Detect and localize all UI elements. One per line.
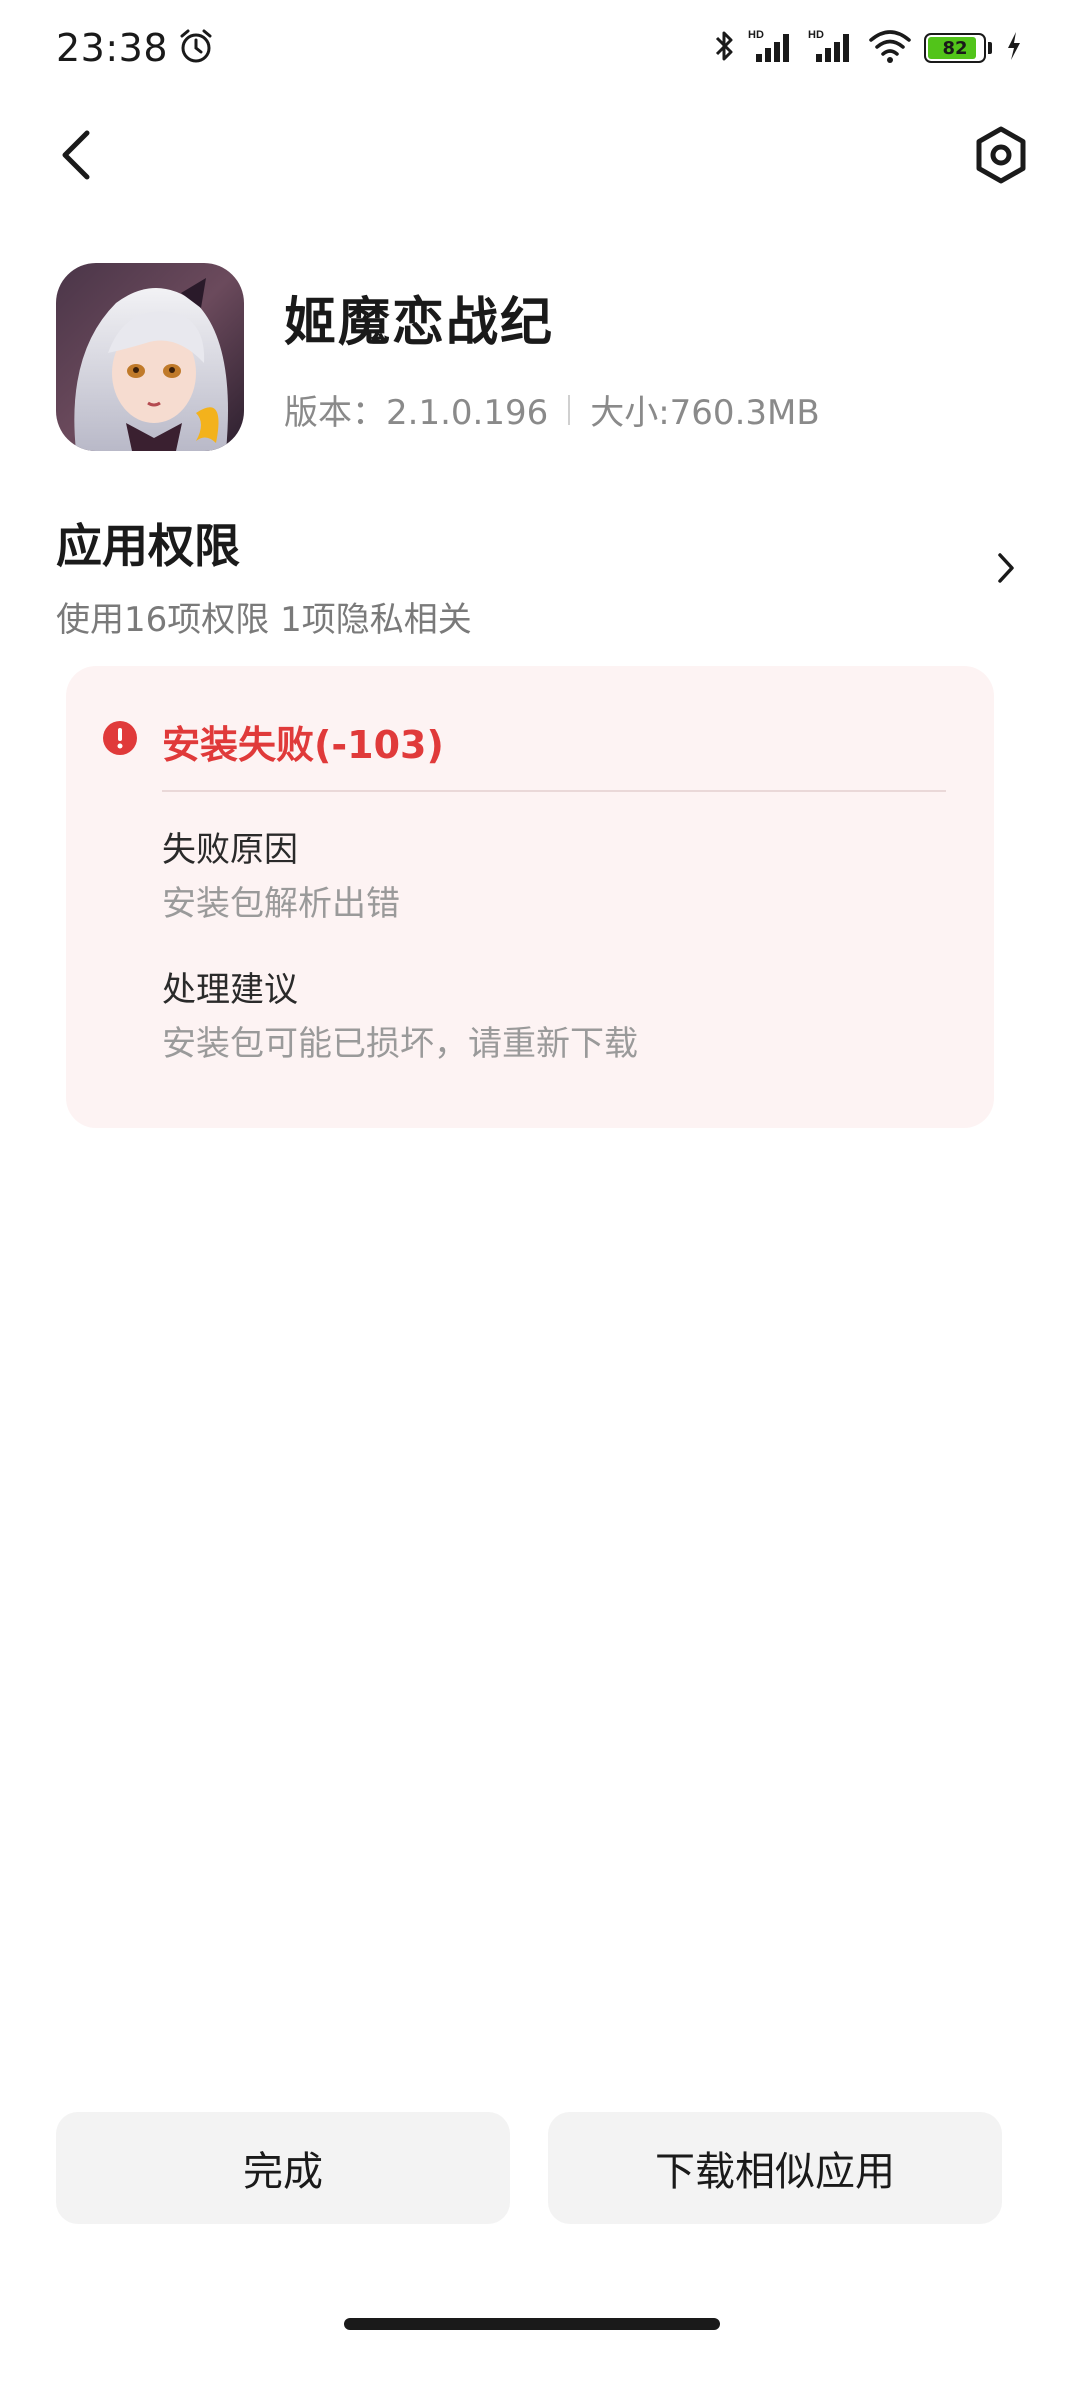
app-version: 版本：2.1.0.196 <box>284 393 549 433</box>
info-separator <box>568 394 571 425</box>
download-similar-apps-button[interactable]: 下载相似应用 <box>548 2112 1002 2224</box>
back-button[interactable] <box>44 122 110 188</box>
signal-hd-icon: HD <box>808 26 856 70</box>
status-right: HD HD 82 <box>712 26 1024 70</box>
alarm-icon <box>176 26 216 70</box>
bluetooth-icon <box>712 26 736 70</box>
status-time: 23:38 <box>56 26 169 70</box>
done-button[interactable]: 完成 <box>56 2112 510 2224</box>
app-size: 大小:760.3MB <box>590 393 820 433</box>
chevron-left-icon <box>62 130 90 180</box>
svg-text:HD: HD <box>748 29 764 41</box>
error-alert-icon <box>102 720 138 756</box>
install-result-screen: 23:38 HD HD 82 姬魔恋战纪 版本：2.1.0.196 大小:760… <box>0 0 1080 2400</box>
failure-reason-label: 失败原因 <box>162 830 298 870</box>
hexagon-settings-icon <box>976 126 1026 184</box>
app-name: 姬魔恋战纪 <box>284 293 555 353</box>
app-icon <box>56 263 244 451</box>
permissions-summary: 使用16项权限 1项隐私相关 <box>56 600 472 640</box>
battery-cap <box>988 42 992 54</box>
chevron-right-icon <box>986 548 1026 588</box>
settings-button[interactable] <box>966 120 1036 190</box>
status-left: 23:38 <box>56 26 216 70</box>
app-info: 版本：2.1.0.196 大小:760.3MB <box>284 385 820 434</box>
svg-text:HD: HD <box>808 29 824 41</box>
suggestion-value: 安装包可能已损坏，请重新下载 <box>162 1024 638 1064</box>
charging-icon <box>1004 26 1024 70</box>
status-bar: 23:38 HD HD 82 <box>0 0 1080 96</box>
battery-icon: 82 <box>924 33 986 63</box>
top-nav <box>0 110 1080 200</box>
app-meta: 姬魔恋战纪 版本：2.1.0.196 大小:760.3MB <box>284 280 820 434</box>
failure-reason-value: 安装包解析出错 <box>162 884 400 924</box>
battery-level: 82 <box>942 37 968 59</box>
app-permissions-row[interactable]: 应用权限 使用16项权限 1项隐私相关 <box>56 510 1026 640</box>
suggestion-label: 处理建议 <box>162 970 298 1010</box>
app-header: 姬魔恋战纪 版本：2.1.0.196 大小:760.3MB <box>56 262 1026 452</box>
error-divider <box>162 790 946 792</box>
wifi-icon <box>868 26 912 70</box>
permissions-title: 应用权限 <box>56 519 240 573</box>
error-title: 安装失败(-103) <box>162 723 444 767</box>
signal-hd-icon: HD <box>748 26 796 70</box>
install-error-card: 安装失败(-103) 失败原因 安装包解析出错 处理建议 安装包可能已损坏，请重… <box>66 666 994 1128</box>
home-indicator[interactable] <box>344 2318 720 2330</box>
